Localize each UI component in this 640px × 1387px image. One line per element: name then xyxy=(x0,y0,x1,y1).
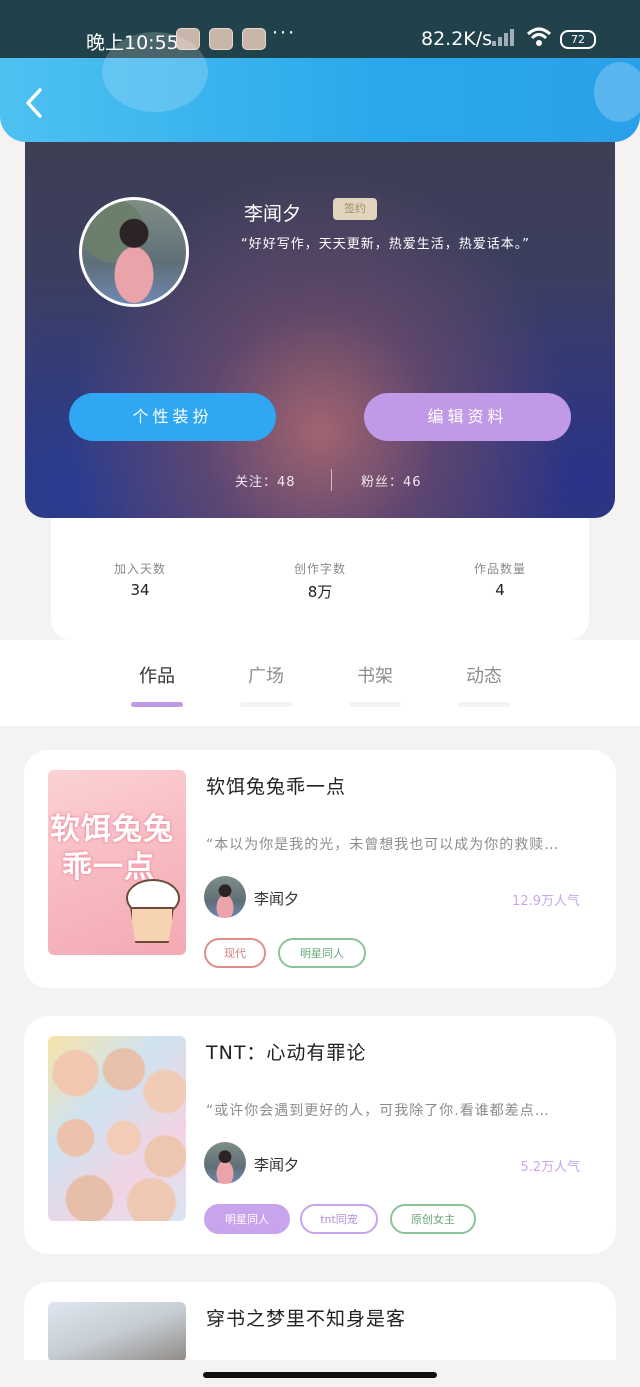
fans-count[interactable]: 粉丝：46 xyxy=(361,471,422,490)
profile-name: 李闻夕 xyxy=(244,203,302,225)
chevron-left-icon[interactable] xyxy=(24,88,44,118)
work-cover[interactable]: 软饵兔兔 乖一点 xyxy=(48,770,186,955)
more-notifications: ··· xyxy=(272,22,297,44)
tab-indicator xyxy=(240,702,292,707)
stat-label: 创作字数 xyxy=(293,562,346,576)
work-title[interactable]: TNT：心动有罪论 xyxy=(206,1038,366,1065)
tab-label: 动态 xyxy=(466,666,502,687)
work-tag[interactable]: 明星同人 xyxy=(204,1204,290,1234)
profile-card: 李闻夕 签约 “好好写作，天天更新，热爱生活，热爱话本。” 个性装扮 编辑资料 … xyxy=(25,125,615,518)
app-header xyxy=(0,32,640,142)
tab-bar: 作品 广场 书架 动态 xyxy=(0,640,640,726)
work-author: 李闻夕 xyxy=(254,1156,300,1174)
author-avatar xyxy=(204,1142,246,1184)
home-indicator[interactable] xyxy=(203,1372,437,1378)
signal-icon xyxy=(492,28,518,46)
stat-label: 加入天数 xyxy=(113,562,166,576)
network-speed: 82.2K/s xyxy=(421,28,493,50)
tab-bookshelf[interactable]: 书架 xyxy=(345,662,405,707)
tab-indicator xyxy=(349,702,401,707)
edit-profile-button[interactable]: 编辑资料 xyxy=(364,393,571,441)
tab-indicator xyxy=(458,702,510,707)
profile-motto: “好好写作，天天更新，热爱生活，热爱话本。” xyxy=(241,237,530,252)
app-notification-icon xyxy=(209,28,233,50)
stat-word-count: 创作字数 8万 xyxy=(260,560,380,602)
divider xyxy=(331,469,332,491)
wifi-icon xyxy=(526,27,552,46)
stat-label: 作品数量 xyxy=(473,562,526,576)
work-title[interactable]: 穿书之梦里不知身是客 xyxy=(206,1304,406,1331)
work-intro: “或许你会遇到更好的人，可我除了你.看谁都差点… xyxy=(206,1103,550,1119)
stat-join-days: 加入天数 34 xyxy=(80,560,200,599)
stats-card: 加入天数 34 创作字数 8万 作品数量 4 xyxy=(51,510,589,640)
app-notification-icon xyxy=(242,28,266,50)
avatar[interactable] xyxy=(79,197,189,307)
author-avatar xyxy=(204,876,246,918)
stat-value: 4 xyxy=(495,581,505,599)
work-tag[interactable]: 原创女主 xyxy=(390,1204,476,1234)
work-tag[interactable]: 现代 xyxy=(204,938,266,968)
follow-count[interactable]: 关注：48 xyxy=(235,471,296,490)
work-author: 李闻夕 xyxy=(254,890,300,908)
personal-dress-button[interactable]: 个性装扮 xyxy=(69,393,276,441)
decor-bubble xyxy=(102,32,208,112)
signed-badge: 签约 xyxy=(333,198,377,220)
work-cover[interactable] xyxy=(48,1302,186,1362)
work-tag[interactable]: tnt同宠 xyxy=(300,1204,378,1234)
tab-indicator xyxy=(131,702,183,707)
stat-value: 34 xyxy=(130,581,150,599)
work-popularity: 12.9万人气 xyxy=(512,894,580,909)
work-intro: “本以为你是我的光，未曾想我也可以成为你的救赎… xyxy=(206,837,560,853)
work-tag[interactable]: 明星同人 xyxy=(278,938,366,968)
tab-square[interactable]: 广场 xyxy=(236,662,296,707)
cupcake-icon xyxy=(122,879,180,945)
decor-bubble xyxy=(594,62,640,122)
battery-icon: 72 xyxy=(560,30,596,49)
status-bar: 晚上10:55 ··· 82.2K/s 72 xyxy=(0,0,640,60)
tab-label: 作品 xyxy=(139,666,175,687)
stat-value: 8万 xyxy=(307,583,333,601)
stat-works-count: 作品数量 4 xyxy=(440,560,560,599)
tab-moments[interactable]: 动态 xyxy=(454,662,514,707)
work-title[interactable]: 软饵兔兔乖一点 xyxy=(206,772,346,799)
work-cover[interactable] xyxy=(48,1036,186,1221)
work-card[interactable]: TNT：心动有罪论 “或许你会遇到更好的人，可我除了你.看谁都差点… 李闻夕 5… xyxy=(24,1016,616,1254)
tab-works[interactable]: 作品 xyxy=(127,662,187,707)
tab-label: 书架 xyxy=(357,666,393,687)
work-card[interactable]: 软饵兔兔 乖一点 软饵兔兔乖一点 “本以为你是我的光，未曾想我也可以成为你的救赎… xyxy=(24,750,616,988)
work-popularity: 5.2万人气 xyxy=(520,1160,580,1175)
tab-label: 广场 xyxy=(248,666,284,687)
